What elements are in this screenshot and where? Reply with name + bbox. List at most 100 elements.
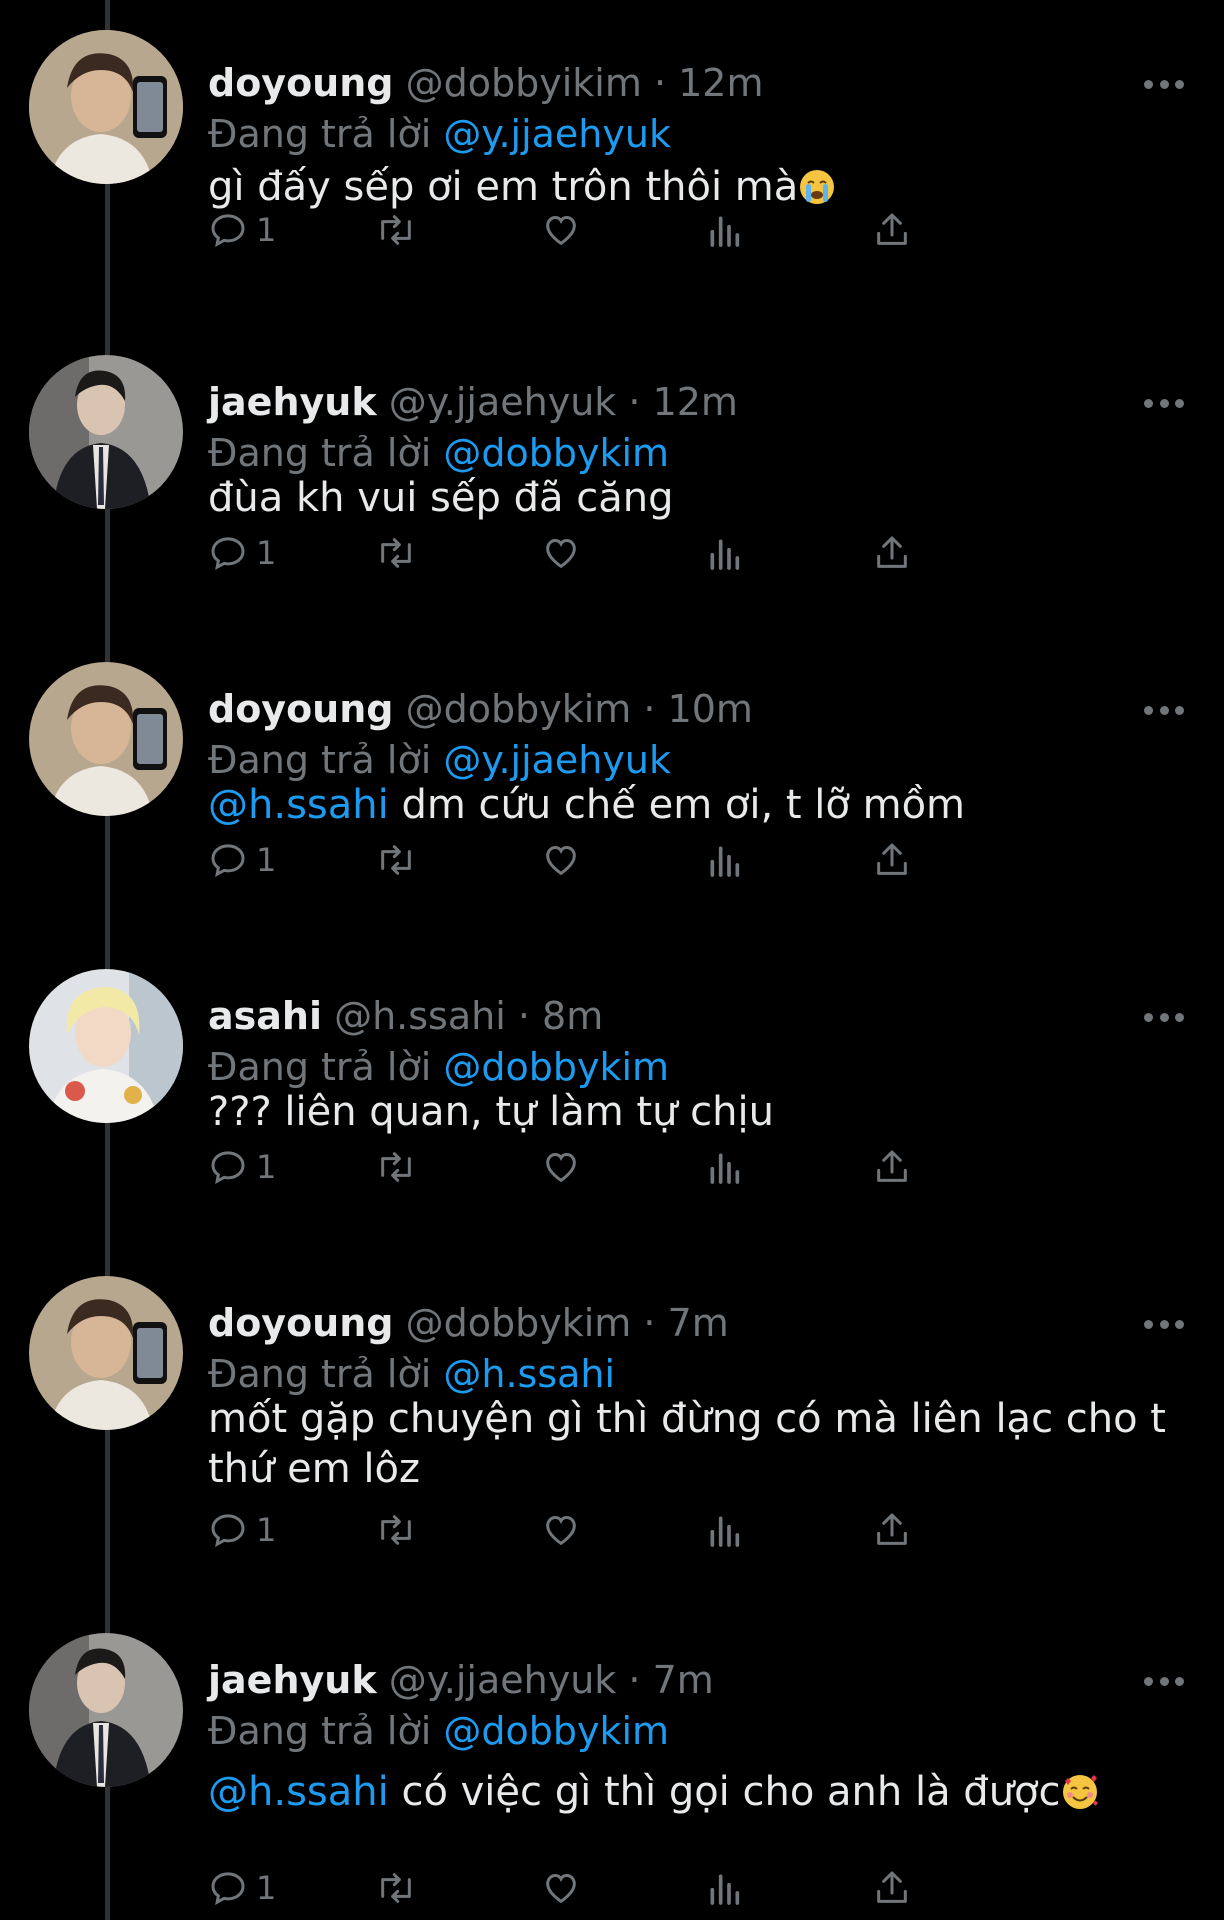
more-options-icon[interactable] <box>1144 64 1184 104</box>
replying-to-link[interactable]: @dobbykim <box>443 1045 669 1089</box>
retweet-button[interactable] <box>374 1860 418 1916</box>
more-options-icon[interactable] <box>1144 997 1184 1037</box>
heart-icon <box>546 1873 576 1904</box>
reply-icon <box>211 1872 245 1905</box>
views-button[interactable] <box>706 832 742 888</box>
tweet-text: @h.ssahi có việc gì thì gọi cho anh là đ… <box>208 1767 1168 1817</box>
like-button[interactable] <box>540 832 582 888</box>
avatar[interactable] <box>29 355 183 509</box>
reply-button[interactable]: 1 <box>208 832 276 888</box>
mention-link[interactable]: @h.ssahi <box>208 1769 389 1815</box>
author-handle[interactable]: @y.jjaehyuk <box>389 1658 617 1702</box>
share-icon <box>877 536 907 568</box>
replying-to-link[interactable]: @dobbykim <box>443 431 669 475</box>
reply-icon <box>211 214 245 247</box>
timestamp[interactable]: 10m <box>668 687 753 731</box>
mention-link[interactable]: @h.ssahi <box>208 782 389 828</box>
more-options-icon[interactable] <box>1144 690 1184 730</box>
views-button[interactable] <box>706 202 742 258</box>
author-name[interactable]: jaehyuk <box>208 380 377 424</box>
reply-count: 1 <box>256 1869 277 1907</box>
author-name[interactable]: doyoung <box>208 687 394 731</box>
share-button[interactable] <box>872 525 912 581</box>
author-handle[interactable]: @dobbykim <box>406 687 632 731</box>
replying-to-link[interactable]: @y.jjaehyuk <box>443 112 671 156</box>
avatar[interactable] <box>29 1633 183 1787</box>
tweet-text-body: có việc gì thì gọi cho anh là được <box>388 1769 1061 1815</box>
retweet-button[interactable] <box>374 832 418 888</box>
share-button[interactable] <box>872 1502 912 1558</box>
views-button[interactable] <box>706 1502 742 1558</box>
share-icon <box>877 213 907 245</box>
share-icon <box>877 1513 907 1545</box>
replying-to-link[interactable]: @h.ssahi <box>443 1352 615 1396</box>
heart-icon <box>546 215 576 246</box>
avatar[interactable] <box>29 662 183 816</box>
share-button[interactable] <box>872 1139 912 1195</box>
author-name[interactable]: asahi <box>208 994 322 1038</box>
views-button[interactable] <box>706 1860 742 1916</box>
reply-button[interactable]: 1 <box>208 202 276 258</box>
retweet-button[interactable] <box>374 525 418 581</box>
share-button[interactable] <box>872 1860 912 1916</box>
author-name[interactable]: doyoung <box>208 61 394 105</box>
author-name[interactable]: doyoung <box>208 1301 394 1345</box>
views-button[interactable] <box>706 525 742 581</box>
reply-button[interactable]: 1 <box>208 1502 276 1558</box>
retweet-icon <box>381 845 411 875</box>
loudly-crying-face-emoji <box>800 170 835 204</box>
heart-icon <box>546 845 576 876</box>
replying-to-link[interactable]: @dobbykim <box>443 1709 669 1753</box>
reply-count: 1 <box>256 1511 277 1549</box>
retweet-icon <box>381 1515 411 1545</box>
timestamp[interactable]: 7m <box>668 1301 729 1345</box>
retweet-button[interactable] <box>374 1139 418 1195</box>
share-button[interactable] <box>872 832 912 888</box>
timestamp[interactable]: 7m <box>653 1658 714 1702</box>
replying-to-label: Đang trả lời <box>208 738 432 782</box>
views-icon <box>710 1516 740 1547</box>
like-button[interactable] <box>540 1860 582 1916</box>
like-button[interactable] <box>540 1502 582 1558</box>
timestamp[interactable]: 12m <box>678 61 763 105</box>
smiling-face-with-hearts-emoji <box>1062 1775 1098 1809</box>
more-options-icon[interactable] <box>1144 383 1184 423</box>
reply-button[interactable]: 1 <box>208 525 276 581</box>
reply-button[interactable]: 1 <box>208 1860 276 1916</box>
replying-to: Đang trả lời @dobbykim <box>208 1042 669 1092</box>
author-handle[interactable]: @dobbyikim <box>406 61 642 105</box>
author-name[interactable]: jaehyuk <box>208 1658 377 1702</box>
tweet-text: đùa kh vui sếp đã căng <box>208 473 1168 523</box>
like-button[interactable] <box>540 202 582 258</box>
retweet-button[interactable] <box>374 1502 418 1558</box>
retweet-button[interactable] <box>374 202 418 258</box>
author-handle[interactable]: @h.ssahi <box>334 994 506 1038</box>
share-button[interactable] <box>872 202 912 258</box>
separator-dot: · <box>628 1658 641 1702</box>
avatar[interactable] <box>29 969 183 1123</box>
separator-dot: · <box>653 61 667 105</box>
tweet-text-body: đùa kh vui sếp đã căng <box>208 475 674 521</box>
tweet-text: mốt gặp chuyện gì thì đừng có mà liên lạ… <box>208 1394 1168 1494</box>
reply-icon <box>211 537 245 570</box>
tweet-text: ??? liên quan, tự làm tự chịu <box>208 1087 1168 1137</box>
views-icon <box>710 216 740 247</box>
timestamp[interactable]: 12m <box>653 380 738 424</box>
replying-to-link[interactable]: @y.jjaehyuk <box>443 738 671 782</box>
author-handle[interactable]: @dobbykim <box>406 1301 632 1345</box>
reply-button[interactable]: 1 <box>208 1139 276 1195</box>
avatar[interactable] <box>29 30 183 184</box>
more-options-icon[interactable] <box>1144 1661 1184 1701</box>
views-button[interactable] <box>706 1139 742 1195</box>
tweet-text: @h.ssahi dm cứu chế em ơi, t lỡ mồm <box>208 780 1168 830</box>
more-options-icon[interactable] <box>1144 1304 1184 1344</box>
author-handle[interactable]: @y.jjaehyuk <box>389 380 617 424</box>
timestamp[interactable]: 8m <box>542 994 603 1038</box>
replying-to-label: Đang trả lời <box>208 1709 432 1753</box>
separator-dot: · <box>628 380 641 424</box>
separator-dot: · <box>643 1301 656 1345</box>
avatar[interactable] <box>29 1276 183 1430</box>
like-button[interactable] <box>540 525 582 581</box>
reply-count: 1 <box>256 841 277 879</box>
like-button[interactable] <box>540 1139 582 1195</box>
